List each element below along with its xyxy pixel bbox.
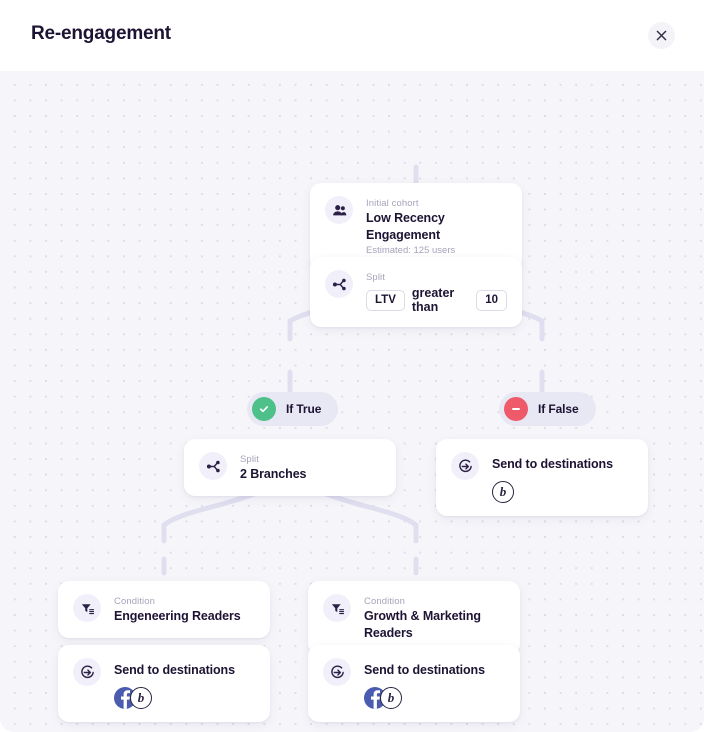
node-title: Send to destinations [364,663,485,677]
node-kicker: Split [240,454,259,465]
journey-builder-modal: Re-engagement Initial cohort Low Recency… [0,0,704,732]
filter-icon [323,594,351,622]
branch-pill-label: If False [538,402,579,416]
node-title: Engeneering Readers [114,609,241,623]
node-title: Growth & Marketing Readers [364,609,481,640]
node-title: 2 Branches [240,467,307,481]
branch-pill-label: If True [286,402,322,416]
split-field-chip[interactable]: LTV [366,289,405,311]
split-icon [199,452,227,480]
node-send-destinations-right[interactable]: Send to destinations b [308,645,520,722]
braze-logo[interactable]: b [492,481,514,503]
split-expression: LTV greater than 10 [366,286,507,314]
destination-logos: b [492,481,613,503]
check-circle-icon [252,397,276,421]
node-kicker: Condition [114,596,156,607]
close-button[interactable] [648,22,675,49]
send-icon [451,452,479,480]
braze-logo[interactable]: b [130,687,152,709]
destination-logos: b [114,687,235,709]
send-icon [323,658,351,686]
node-kicker: Split [366,272,385,283]
braze-logo[interactable]: b [380,687,402,709]
split-icon [325,270,353,298]
node-title: Send to destinations [114,663,235,677]
branch-pill-if-true[interactable]: If True [247,392,339,426]
split-value-chip[interactable]: 10 [476,289,507,311]
node-split-ltv[interactable]: Split LTV greater than 10 [310,257,522,327]
users-icon [325,196,353,224]
node-kicker: Initial cohort [366,198,419,209]
close-icon [656,30,667,41]
node-send-destinations-left[interactable]: Send to destinations b [58,645,270,722]
split-operator: greater than [411,286,455,314]
node-condition-growth[interactable]: Condition Growth & Marketing Readers [308,581,520,655]
node-subtitle: Estimated: 125 users [366,245,456,256]
minus-circle-icon [504,397,528,421]
node-kicker: Condition [364,596,406,607]
node-title: Send to destinations [492,457,613,471]
filter-icon [73,594,101,622]
node-title: Low Recency Engagement [366,211,445,242]
page-title: Re-engagement [31,23,171,44]
send-icon [73,658,101,686]
flow-canvas[interactable]: Initial cohort Low Recency Engagement Es… [0,71,704,732]
node-send-destinations-false[interactable]: Send to destinations b [436,439,648,516]
destination-logos: b [364,687,485,709]
modal-header: Re-engagement [0,0,704,71]
node-split-branches[interactable]: Split 2 Branches [184,439,396,496]
node-condition-engineering[interactable]: Condition Engeneering Readers [58,581,270,638]
branch-pill-if-false[interactable]: If False [499,392,596,426]
